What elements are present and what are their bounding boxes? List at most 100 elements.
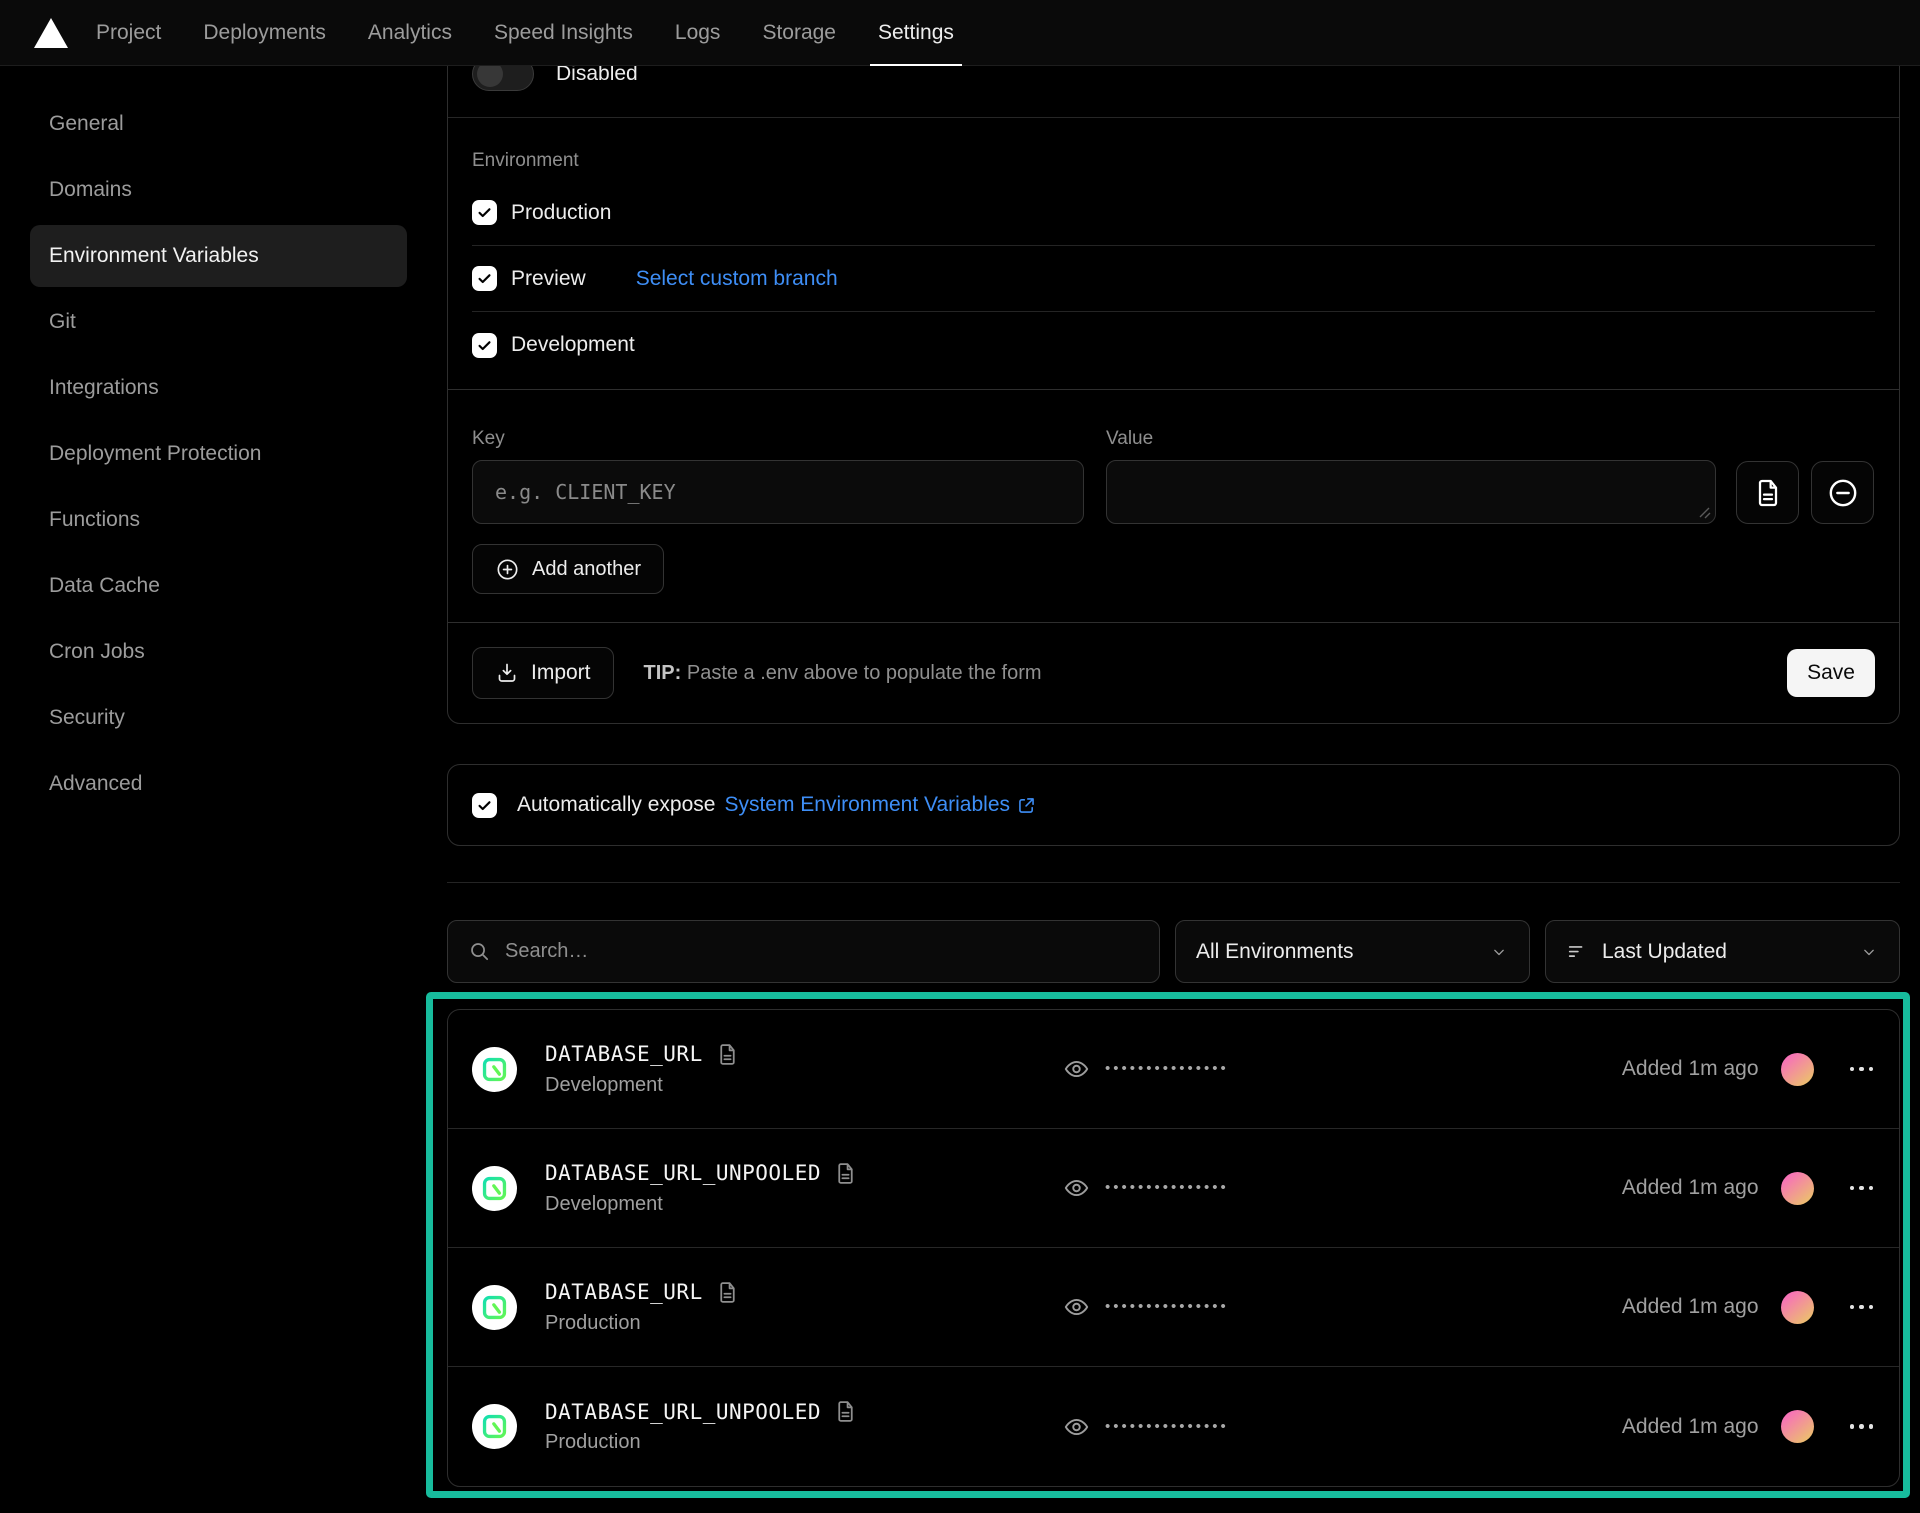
checkbox-auto-expose[interactable] [472,793,497,818]
system-env-panel: Automatically expose System Environment … [447,764,1900,846]
reveal-value-eye-icon[interactable] [1063,1056,1090,1083]
nav-item-settings[interactable]: Settings [878,0,954,66]
search-box [447,920,1160,983]
sidebar-item-functions[interactable]: Functions [30,489,407,551]
checkbox-label: Development [511,333,635,357]
note-icon[interactable] [833,1399,858,1424]
environment-section: Environment Production Preview Select cu… [448,118,1899,389]
environment-filter-value: All Environments [1196,940,1354,964]
avatar [1781,1410,1814,1443]
plus-circle-icon [495,557,520,582]
env-var-row[interactable]: DATABASE_URL Development •••••••••••••••… [448,1010,1899,1129]
nav-item-analytics[interactable]: Analytics [368,0,452,66]
environment-option-development: Development [472,312,1875,378]
sidebar-item-advanced[interactable]: Advanced [30,753,407,815]
note-icon[interactable] [715,1042,740,1067]
auto-expose-label: Automatically expose [517,793,715,817]
filters-row: All Environments Last Updated [447,920,1900,983]
row-menu-button[interactable] [1848,1418,1876,1435]
checkbox-preview[interactable] [472,266,497,291]
value-label: Value [1106,428,1716,450]
env-var-environment: Production [545,1431,858,1454]
sidebar-item-security[interactable]: Security [30,687,407,749]
env-var-list: DATABASE_URL Development •••••••••••••••… [447,1009,1900,1487]
sidebar-item-data-cache[interactable]: Data Cache [30,555,407,617]
env-var-list-wrap: DATABASE_URL Development •••••••••••••••… [447,1009,1900,1487]
key-value-section: Key Value [448,389,1899,622]
check-icon [476,337,493,354]
key-input[interactable] [472,460,1084,524]
vercel-logo-icon[interactable] [34,18,68,48]
chevron-down-icon [1489,942,1509,962]
sidebar-item-deployment-protection[interactable]: Deployment Protection [30,423,407,485]
added-timestamp: Added 1m ago [1622,1176,1759,1200]
paste-env-button[interactable] [1736,461,1799,524]
import-button[interactable]: Import [472,647,614,699]
file-icon [1752,477,1784,509]
reveal-value-eye-icon[interactable] [1063,1294,1090,1321]
sidebar-item-domains[interactable]: Domains [30,159,407,221]
settings-content: Disabled Environment Production Preview … [447,66,1900,1487]
env-var-name: DATABASE_URL_UNPOOLED [545,1400,821,1424]
row-menu-button[interactable] [1848,1061,1876,1078]
external-link-icon [1016,795,1037,816]
resize-grip-icon[interactable] [1698,506,1711,519]
hidden-value-dots: ••••••••••••••• [1105,1417,1229,1434]
avatar [1781,1291,1814,1324]
check-icon [476,797,493,814]
row-menu-button[interactable] [1848,1180,1876,1197]
added-timestamp: Added 1m ago [1622,1295,1759,1319]
checkbox-production[interactable] [472,200,497,225]
sidebar-item-general[interactable]: General [30,93,407,155]
check-icon [476,204,493,221]
nav-item-logs[interactable]: Logs [675,0,721,66]
env-var-name: DATABASE_URL [545,1280,703,1304]
sidebar-item-integrations[interactable]: Integrations [30,357,407,419]
sidebar-item-git[interactable]: Git [30,291,407,353]
reveal-value-eye-icon[interactable] [1063,1175,1090,1202]
env-var-row[interactable]: DATABASE_URL_UNPOOLED Production •••••••… [448,1367,1899,1486]
checkbox-label: Preview [511,267,586,291]
section-divider [447,882,1900,883]
checkbox-development[interactable] [472,333,497,358]
environment-filter-dropdown[interactable]: All Environments [1175,920,1530,983]
save-button[interactable]: Save [1787,649,1875,697]
form-footer: Import TIP: Paste a .env above to popula… [448,622,1899,723]
env-var-row[interactable]: DATABASE_URL_UNPOOLED Development ••••••… [448,1129,1899,1248]
sidebar-item-cron-jobs[interactable]: Cron Jobs [30,621,407,683]
added-timestamp: Added 1m ago [1622,1057,1759,1081]
env-var-environment: Production [545,1312,740,1335]
settings-sidebar: General Domains Environment Variables Gi… [30,66,407,819]
note-icon[interactable] [833,1161,858,1186]
remove-row-button[interactable] [1811,461,1874,524]
search-input[interactable] [505,940,1139,963]
key-label: Key [472,428,1084,450]
hidden-value-dots: ••••••••••••••• [1105,1179,1229,1196]
env-var-environment: Development [545,1193,858,1216]
nav-item-speed-insights[interactable]: Speed Insights [494,0,633,66]
system-env-link-label: System Environment Variables [724,793,1010,817]
sidebar-item-environment-variables[interactable]: Environment Variables [30,225,407,287]
import-download-icon [495,661,519,685]
check-icon [476,270,493,287]
sort-dropdown[interactable]: Last Updated [1545,920,1900,983]
nav-item-storage[interactable]: Storage [762,0,836,66]
select-custom-branch-link[interactable]: Select custom branch [636,267,838,291]
env-var-name: DATABASE_URL [545,1042,703,1066]
reveal-value-eye-icon[interactable] [1063,1413,1090,1440]
environment-option-preview: Preview Select custom branch [472,246,1875,312]
import-label: Import [531,661,591,685]
added-timestamp: Added 1m ago [1622,1415,1759,1439]
top-nav: Project Deployments Analytics Speed Insi… [0,0,1920,66]
neon-integration-icon [472,1285,517,1330]
nav-item-project[interactable]: Project [96,0,161,66]
system-env-variables-link[interactable]: System Environment Variables [724,793,1037,817]
note-icon[interactable] [715,1280,740,1305]
env-var-environment: Development [545,1074,740,1097]
environment-section-label: Environment [472,150,579,171]
value-input[interactable] [1106,460,1716,524]
add-another-button[interactable]: Add another [472,544,664,594]
row-menu-button[interactable] [1848,1299,1876,1316]
env-var-row[interactable]: DATABASE_URL Production ••••••••••••••• … [448,1248,1899,1367]
nav-item-deployments[interactable]: Deployments [203,0,326,66]
